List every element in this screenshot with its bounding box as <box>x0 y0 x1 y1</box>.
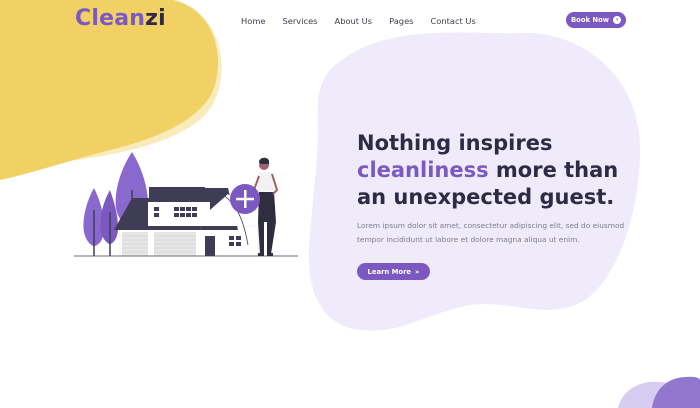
nav-item-contact-us[interactable]: Contact Us <box>431 16 476 26</box>
nav-item-services[interactable]: Services <box>283 16 318 26</box>
hero-description: Lorem ipsum dolor sit amet, consectetur … <box>357 221 625 244</box>
learn-more-label: Learn More <box>367 267 412 276</box>
book-now-label: Book Now <box>570 16 610 24</box>
hero-title-line2-rest: more than <box>488 158 619 182</box>
hero-heading: Nothing inspires cleanliness more than a… <box>357 130 657 211</box>
tree-middle-icon <box>100 190 118 244</box>
logo-text-part2: zi <box>145 6 166 31</box>
nav-item-home[interactable]: Home <box>241 16 266 26</box>
learn-more-button[interactable]: Learn More » <box>357 263 430 280</box>
main-nav: Home Services About Us Pages Contact Us <box>241 16 476 26</box>
hero-title-line3: an unexpected guest. <box>357 185 615 209</box>
arrow-circle-icon: › <box>613 16 622 24</box>
nav-item-about-us[interactable]: About Us <box>335 16 373 26</box>
hero-title-line1: Nothing inspires <box>357 131 553 155</box>
house-cleaner-illustration <box>74 152 298 257</box>
logo-text-part1: Clean <box>75 6 146 31</box>
purple-blob-bottom-right <box>652 376 700 408</box>
double-chevron-right-icon: » <box>415 267 420 276</box>
book-now-button[interactable]: Book Now › <box>566 12 626 28</box>
nav-item-pages[interactable]: Pages <box>389 16 413 26</box>
logo[interactable]: Cleanzi <box>75 6 166 31</box>
hero-title-highlight: cleanliness <box>357 158 489 182</box>
